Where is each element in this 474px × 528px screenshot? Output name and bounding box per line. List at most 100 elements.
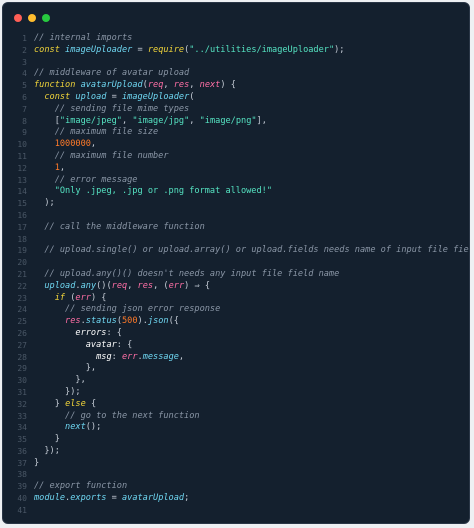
code-token-comment: // sending file mime types (54, 103, 190, 114)
line-number: 18 (17, 234, 27, 244)
code-token-fn: module (34, 493, 66, 504)
line-text: // maximum file size (34, 127, 158, 139)
code-token-punct: ). (137, 316, 148, 327)
line-number: 32 (17, 399, 27, 409)
line-number: 24 (17, 305, 27, 315)
code-line: 8 ["image/jpeg", "image/jpg", "image/png… (3, 116, 469, 128)
maximize-button[interactable] (42, 14, 50, 22)
code-line: 29 }, (3, 363, 469, 375)
line-number: 27 (17, 340, 27, 350)
code-token-punct: }); (65, 386, 81, 397)
line-number: 8 (22, 116, 27, 126)
code-editor: 1 // internal imports 2 const imageUploader… (3, 33, 469, 517)
code-token-punct: : { (116, 339, 133, 350)
line-number: 26 (17, 328, 27, 338)
code-token-keyword: if (54, 292, 71, 303)
code-token-param: res (173, 80, 190, 91)
code-token-prop: avatar (85, 339, 117, 350)
code-token-string: "Only .jpeg, .jpg or .png format allowed… (54, 186, 273, 197)
code-token-punct: ({ (168, 316, 179, 327)
code-line: 34 next(); (3, 422, 469, 434)
code-line: 38 (3, 469, 469, 481)
code-token-number: 500 (122, 316, 138, 327)
code-token-string: "../utilities/imageUploader" (189, 44, 335, 55)
code-line: 25 res.status(500).json({ (3, 316, 469, 328)
line-text: function avatarUpload(req, res, next) { (34, 80, 236, 92)
code-token-comment: // go to the next function (65, 410, 200, 421)
line-number: 7 (22, 104, 27, 114)
line-text: msg: err.message, (34, 352, 184, 364)
line-number: 35 (17, 435, 27, 445)
line-text: const upload = imageUploader( (34, 92, 194, 104)
minimize-button[interactable] (28, 14, 36, 22)
line-number: 30 (17, 376, 27, 386)
code-token-punct: (); (85, 422, 102, 433)
line-text: // internal imports (34, 33, 132, 45)
code-line: 13 // error message (3, 175, 469, 187)
code-token-punct: ; (184, 493, 190, 504)
code-token-punct: , (189, 115, 200, 126)
code-token-punct: = (132, 44, 148, 55)
line-number: 22 (17, 281, 27, 291)
code-line: 30 }, (3, 375, 469, 387)
code-token-punct: , (121, 115, 133, 126)
code-token-punct: ) { (90, 292, 107, 303)
line-number: 25 (17, 317, 27, 327)
line-text: // call the middleware function (34, 222, 204, 234)
code-token-fn: upload (44, 280, 76, 291)
code-line: 20 (3, 257, 469, 269)
line-text: 1000000, (34, 139, 96, 151)
code-token-number: 1000000 (54, 139, 91, 150)
code-token-punct: }, (75, 375, 86, 386)
line-text: errors: { (34, 328, 122, 340)
line-number: 33 (17, 411, 27, 421)
line-number: 20 (17, 258, 27, 268)
line-number: 40 (17, 494, 27, 504)
line-text: // export function (34, 481, 127, 493)
line-number: 29 (17, 364, 27, 374)
code-line: 5 function avatarUpload(req, res, next) { (3, 80, 469, 92)
line-number: 13 (17, 175, 27, 185)
code-token-punct: ); (334, 44, 345, 55)
code-line: 2 const imageUploader = require("../utili… (3, 45, 469, 57)
line-number: 9 (22, 128, 27, 138)
close-button[interactable] (14, 14, 22, 22)
line-text: }, (34, 375, 86, 387)
code-token-fn: message (142, 351, 179, 362)
code-token-fn: any (80, 280, 97, 291)
code-token-punct: = (106, 493, 122, 504)
line-text: }, (34, 363, 96, 375)
line-text: 1, (34, 163, 65, 175)
code-token-fn: avatarUpload (80, 80, 143, 91)
code-line: 10 1000000, (3, 139, 469, 151)
code-line: 4 // middleware of avatar upload (3, 68, 469, 80)
code-line: 16 (3, 210, 469, 222)
code-token-param: next (199, 80, 221, 91)
code-token-fn: exports (70, 493, 107, 504)
line-text: if (err) { (34, 292, 107, 305)
code-line: 6 const upload = imageUploader( (3, 92, 469, 104)
code-line: 33 // go to the next function (3, 411, 469, 423)
code-line: 31 }); (3, 387, 469, 399)
line-text: // upload.single() or upload.array() or … (34, 245, 469, 257)
code-line: 36 }); (3, 446, 469, 458)
line-number: 3 (22, 57, 27, 67)
line-number: 15 (17, 199, 27, 209)
line-number: 17 (17, 222, 27, 232)
code-token-punct: , (90, 139, 97, 150)
code-token-punct: ) { (220, 80, 236, 91)
code-token-fn: next (65, 422, 86, 433)
code-token-punct: } (54, 398, 66, 409)
